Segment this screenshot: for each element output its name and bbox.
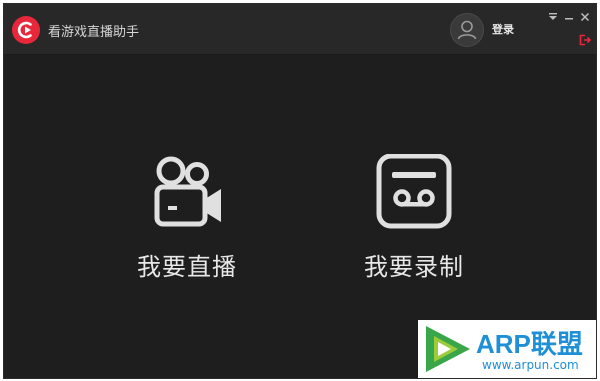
user-avatar-icon[interactable] <box>450 13 484 47</box>
app-title: 看游戏直播助手 <box>48 25 140 40</box>
watermark-title: ARP联盟 <box>476 329 583 359</box>
video-camera-icon <box>154 156 221 227</box>
record-label: 我要录制 <box>364 253 464 281</box>
dropdown-arrow-icon[interactable] <box>546 10 560 24</box>
cassette-tape-icon <box>376 154 452 229</box>
arp-watermark: ARP联盟 www.arpun.com <box>418 320 596 378</box>
title-bar: 看游戏直播助手 登录 <box>4 4 596 55</box>
close-icon[interactable] <box>578 10 592 24</box>
arp-logo-icon <box>426 326 470 372</box>
app-logo-icon <box>12 16 40 44</box>
login-link[interactable]: 登录 <box>492 21 514 37</box>
go-live-label: 我要直播 <box>137 253 237 281</box>
watermark-url: www.arpun.com <box>482 358 579 372</box>
record-button[interactable]: 我要录制 <box>344 154 484 282</box>
app-window: 看游戏直播助手 登录 我要直播 我要录制 ARP联盟 www.arpun.com <box>3 3 597 379</box>
minimize-icon[interactable] <box>562 10 576 24</box>
exit-icon[interactable] <box>578 33 592 47</box>
go-live-button[interactable]: 我要直播 <box>117 154 257 282</box>
